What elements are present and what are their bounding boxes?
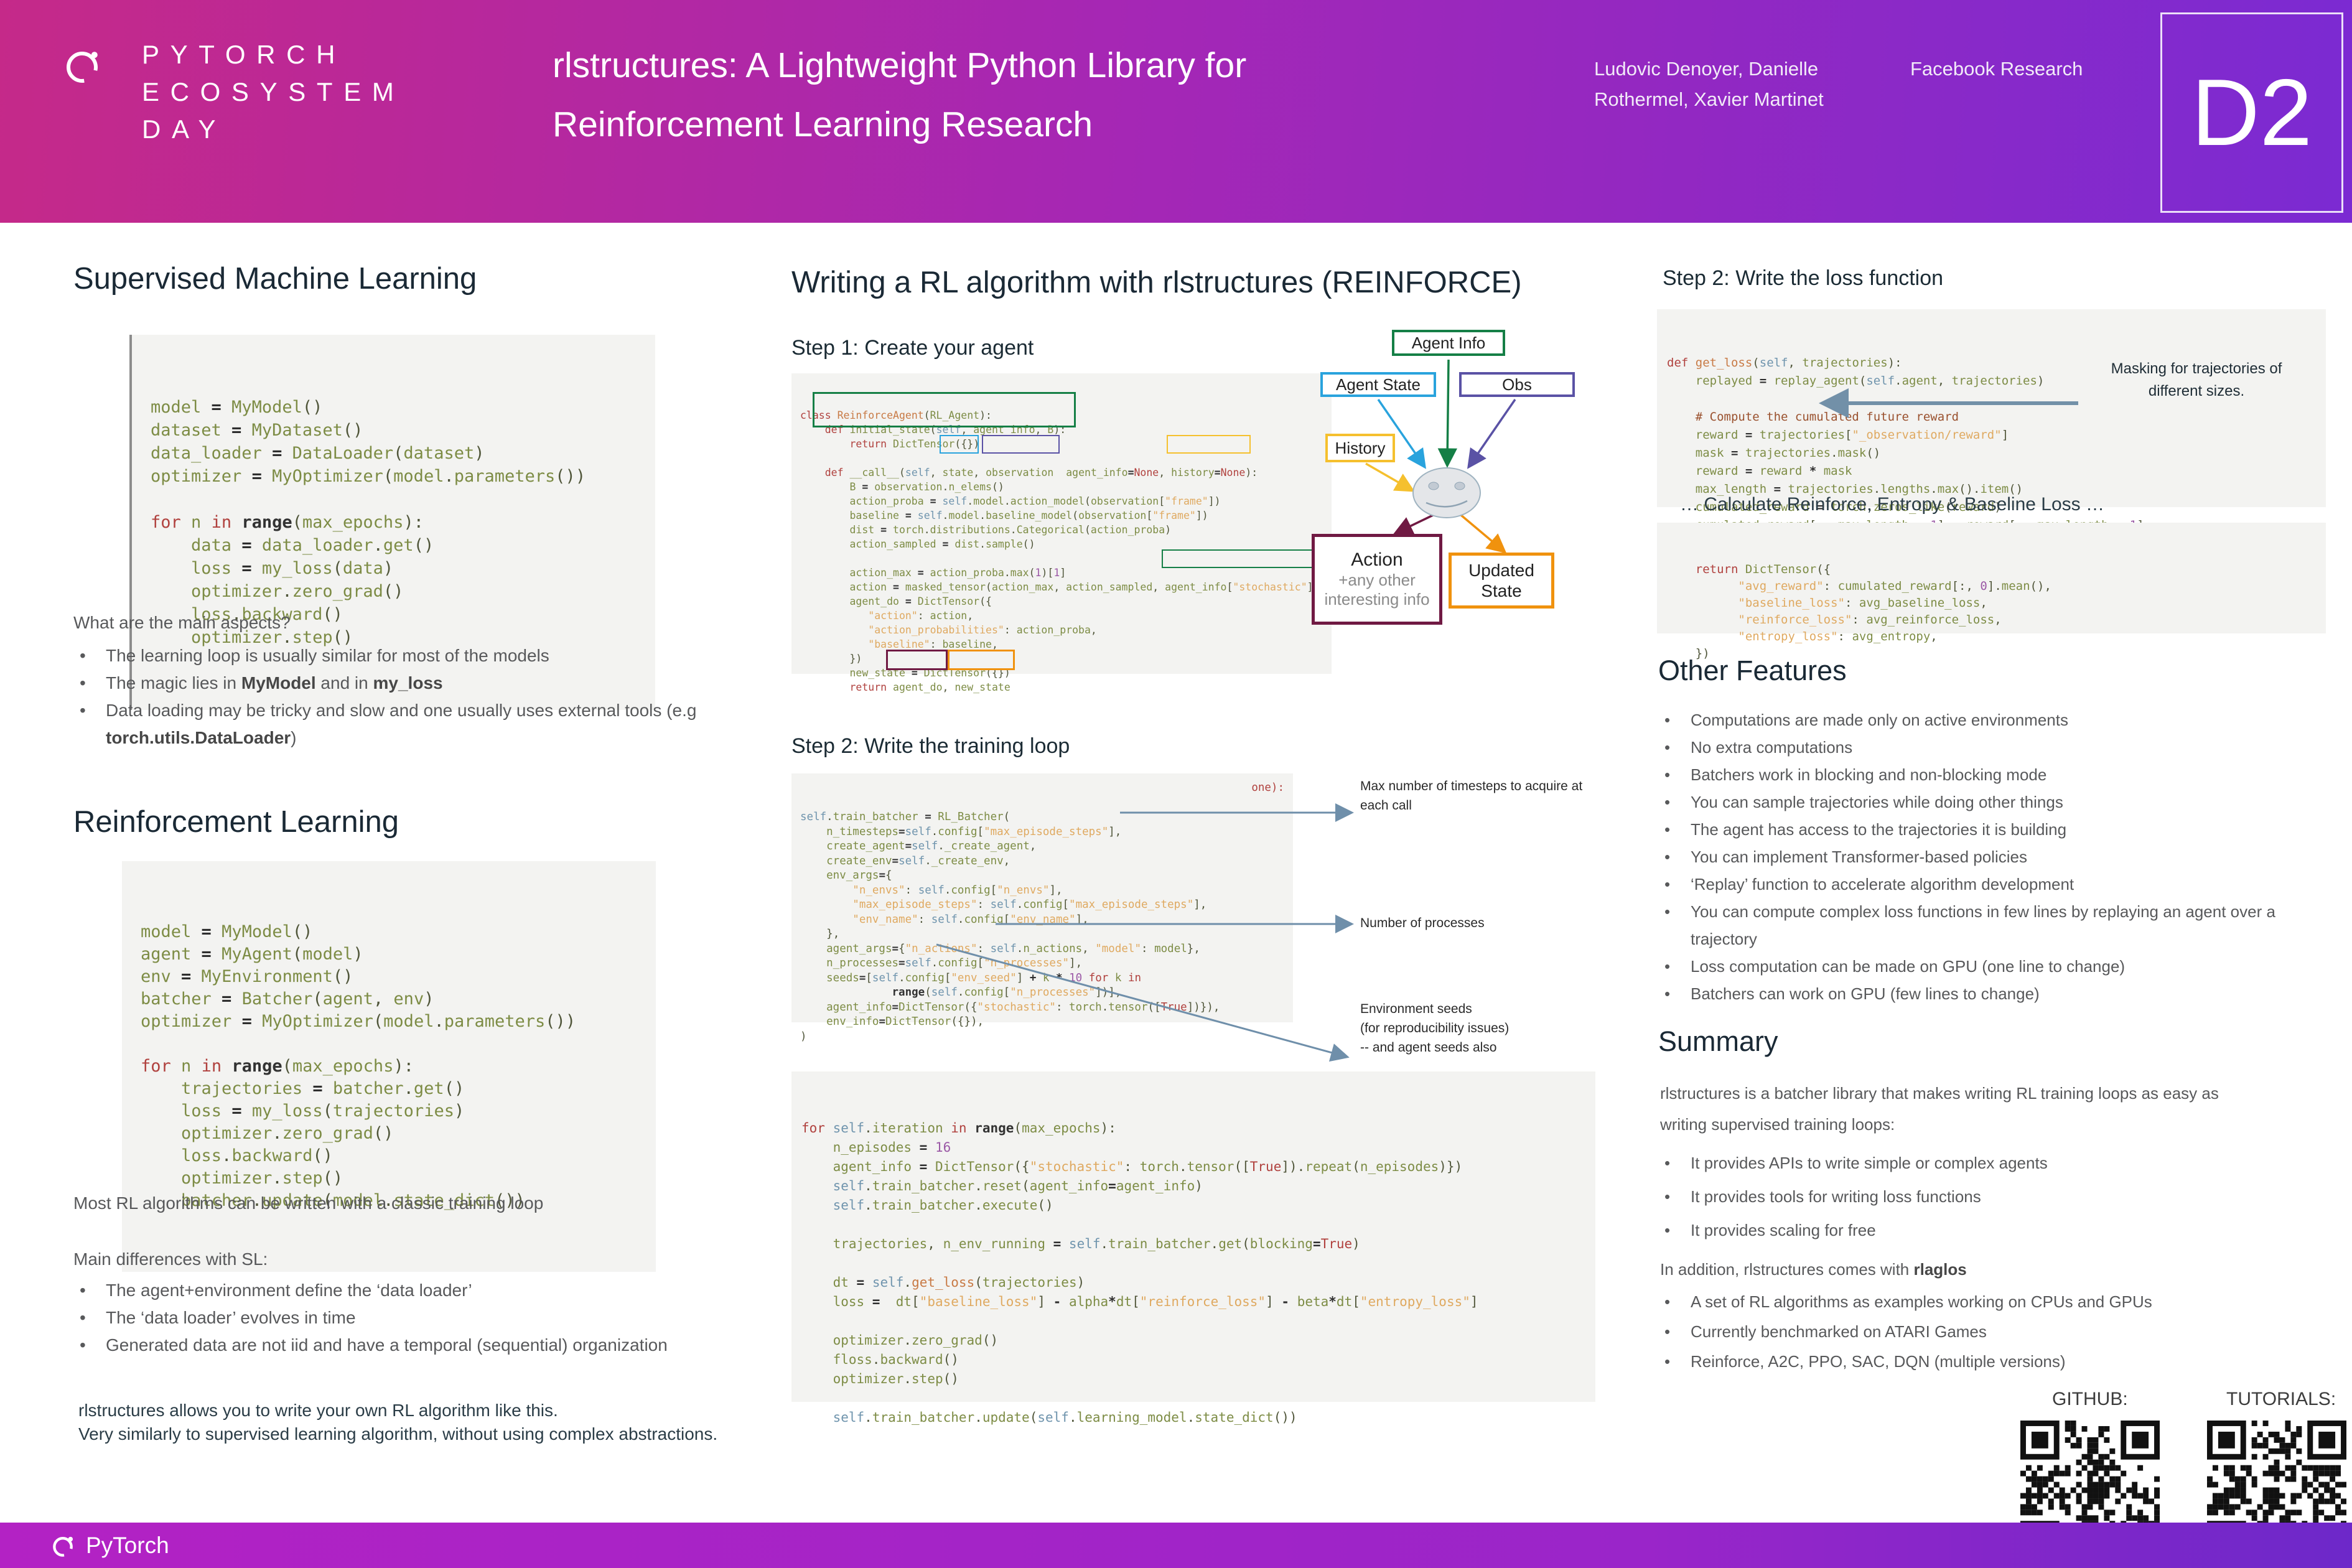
summary-bullet-list: It provides APIs to write simple or comp… <box>1658 1146 2343 1247</box>
arrow-obs <box>1470 399 1515 465</box>
list-item: Loss computation can be made on GPU (one… <box>1658 953 2343 980</box>
logo-line-1: PYTORCH <box>142 36 404 73</box>
tutorials-label: TUTORIALS: <box>2226 1389 2336 1410</box>
list-item: Batchers work in blocking and non-blocki… <box>1658 761 2343 788</box>
aspects-bullet-list: The learning loop is usually similar for… <box>73 642 814 752</box>
pytorch-ecosystem-day-logo: PYTORCH ECOSYSTEM DAY <box>142 36 404 148</box>
smiley-right-eye <box>1455 482 1465 490</box>
diagram-box-action: Action +any other interesting info <box>1312 534 1442 625</box>
list-item: ‘Replay’ function to accelerate algorith… <box>1658 870 2343 898</box>
loss-function-label: Step 2: Write the loss function <box>1663 266 1943 291</box>
diagram-box-history: History <box>1325 434 1395 462</box>
arrow-history <box>1366 464 1411 490</box>
arrow-seeds-annotation <box>936 945 1346 1057</box>
code-step2-training-loop: for self.iteration in range(max_epochs):… <box>791 1071 1595 1402</box>
logo-line-2: ECOSYSTEM <box>142 73 404 111</box>
list-item: Generated data are not iid and have a te… <box>73 1332 814 1359</box>
aspects-intro: What are the main aspects? <box>73 613 291 633</box>
diagram-box-updated-state: Updated State <box>1449 553 1554 609</box>
closing-note-line2: Very similarly to supervised learning al… <box>78 1422 825 1446</box>
list-item: A set of RL algorithms as examples worki… <box>1658 1287 2343 1317</box>
smiley-left-eye <box>1429 482 1439 490</box>
arrow-action <box>1397 515 1434 533</box>
agent-smiley-face <box>1413 468 1480 518</box>
heading-other-features: Other Features <box>1658 655 1847 687</box>
footer-brand: PyTorch <box>86 1533 169 1559</box>
list-item: Currently benchmarked on ATARI Games <box>1658 1317 2343 1346</box>
features-list: Computations are made only on active env… <box>1658 706 2343 1007</box>
list-item: The agent+environment define the ‘data l… <box>73 1277 814 1304</box>
list-item: It provides tools for writing loss funct… <box>1658 1180 2343 1213</box>
authors: Ludovic Denoyer, Danielle Rothermel, Xav… <box>1594 54 1824 114</box>
list-item: You can implement Transformer-based poli… <box>1658 843 2343 870</box>
annotation-timesteps: Max number of timesteps to acquire at ea… <box>1360 777 1628 815</box>
note-classic-loop: Most RL algorithms can be written with a… <box>73 1193 543 1213</box>
step2-training-label: Step 2: Write the training loop <box>791 734 1070 758</box>
list-item: It provides scaling for free <box>1658 1213 2343 1247</box>
list-item: The magic lies in MyModel and in my_loss <box>73 670 814 697</box>
diagram-box-agent-state: Agent State <box>1320 372 1436 397</box>
calc-loss-note: … Calculate Reinforce, Entropy & Baselin… <box>1680 493 2104 516</box>
annotation-masking: Masking for trajectories of different si… <box>2060 358 2333 403</box>
header-banner: PYTORCH ECOSYSTEM DAY rlstructures: A Li… <box>0 0 2352 223</box>
list-item: The agent has access to the trajectories… <box>1658 816 2343 843</box>
diff-bullet-list: The agent+environment define the ‘data l… <box>73 1277 814 1359</box>
code-step1-agent: class ReinforceAgent(RL_Agent): def init… <box>791 373 1332 674</box>
step1-label: Step 1: Create your agent <box>791 336 1034 360</box>
list-item: It provides APIs to write simple or comp… <box>1658 1146 2343 1180</box>
poster-title: rlstructures: A Lightweight Python Libra… <box>553 36 1246 154</box>
heading-reinforcement-learning: Reinforcement Learning <box>73 805 399 839</box>
list-item: In addition, rlstructures comes with rla… <box>1660 1256 2351 1283</box>
diagram-action-title: Action <box>1351 549 1402 571</box>
pytorch-flame-icon <box>59 42 105 88</box>
poster-title-line2: Reinforcement Learning Research <box>553 95 1246 154</box>
diff-intro: Main differences with SL: <box>73 1249 268 1269</box>
diagram-action-subtitle: +any other interesting info <box>1324 571 1429 609</box>
affiliation: Facebook Research <box>1910 54 2083 84</box>
code-loss-return: return DictTensor({ "avg_reward": cumula… <box>1657 523 2326 633</box>
footer-bar: PyTorch <box>0 1523 2352 1568</box>
logo-line-3: DAY <box>142 111 404 148</box>
diagram-box-obs: Obs <box>1459 372 1575 397</box>
list-item: You can sample trajectories while doing … <box>1658 788 2343 816</box>
github-label: GITHUB: <box>2052 1389 2128 1410</box>
footer-pytorch-flame-icon <box>49 1531 77 1560</box>
poster: PYTORCH ECOSYSTEM DAY rlstructures: A Li… <box>0 0 2352 1568</box>
arrow-updated-state <box>1460 515 1503 551</box>
authors-line1: Ludovic Denoyer, Danielle <box>1594 54 1824 84</box>
poster-title-line1: rlstructures: A Lightweight Python Libra… <box>553 36 1246 95</box>
annotation-processes: Number of processes <box>1360 913 1628 933</box>
list-item: Batchers can work on GPU (few lines to c… <box>1658 980 2343 1007</box>
arrow-agent-info <box>1447 360 1449 464</box>
heading-writing-rl-algorithm: Writing a RL algorithm with rlstructures… <box>791 265 1522 300</box>
list-item: The learning loop is usually similar for… <box>73 642 814 670</box>
addition-bullet-list: A set of RL algorithms as examples worki… <box>1658 1287 2343 1376</box>
session-badge-label: D2 <box>2191 58 2312 167</box>
list-item: Reinforce, A2C, PPO, SAC, DQN (multiple … <box>1658 1346 2343 1376</box>
list-item: The ‘data loader’ evolves in time <box>73 1304 814 1332</box>
addition-line: In addition, rlstructures comes with rla… <box>1660 1256 2351 1283</box>
diagram-box-agent-info: Agent Info <box>1392 330 1505 356</box>
heading-supervised-ml: Supervised Machine Learning <box>73 261 477 296</box>
annotation-seeds: Environment seeds (for reproducibility i… <box>1360 999 1628 1057</box>
list-item: You can compute complex loss functions i… <box>1658 898 2343 953</box>
list-item: Data loading may be tricky and slow and … <box>73 697 814 752</box>
closing-note: rlstructures allows you to write your ow… <box>78 1399 825 1446</box>
authors-line2: Rothermel, Xavier Martinet <box>1594 84 1824 114</box>
closing-note-line1: rlstructures allows you to write your ow… <box>78 1399 825 1422</box>
list-item: No extra computations <box>1658 734 2343 761</box>
heading-summary: Summary <box>1658 1025 1778 1058</box>
list-item: Computations are made only on active env… <box>1658 706 2343 734</box>
session-badge: D2 <box>2160 12 2343 213</box>
summary-intro: rlstructures is a batcher library that m… <box>1660 1078 2351 1140</box>
